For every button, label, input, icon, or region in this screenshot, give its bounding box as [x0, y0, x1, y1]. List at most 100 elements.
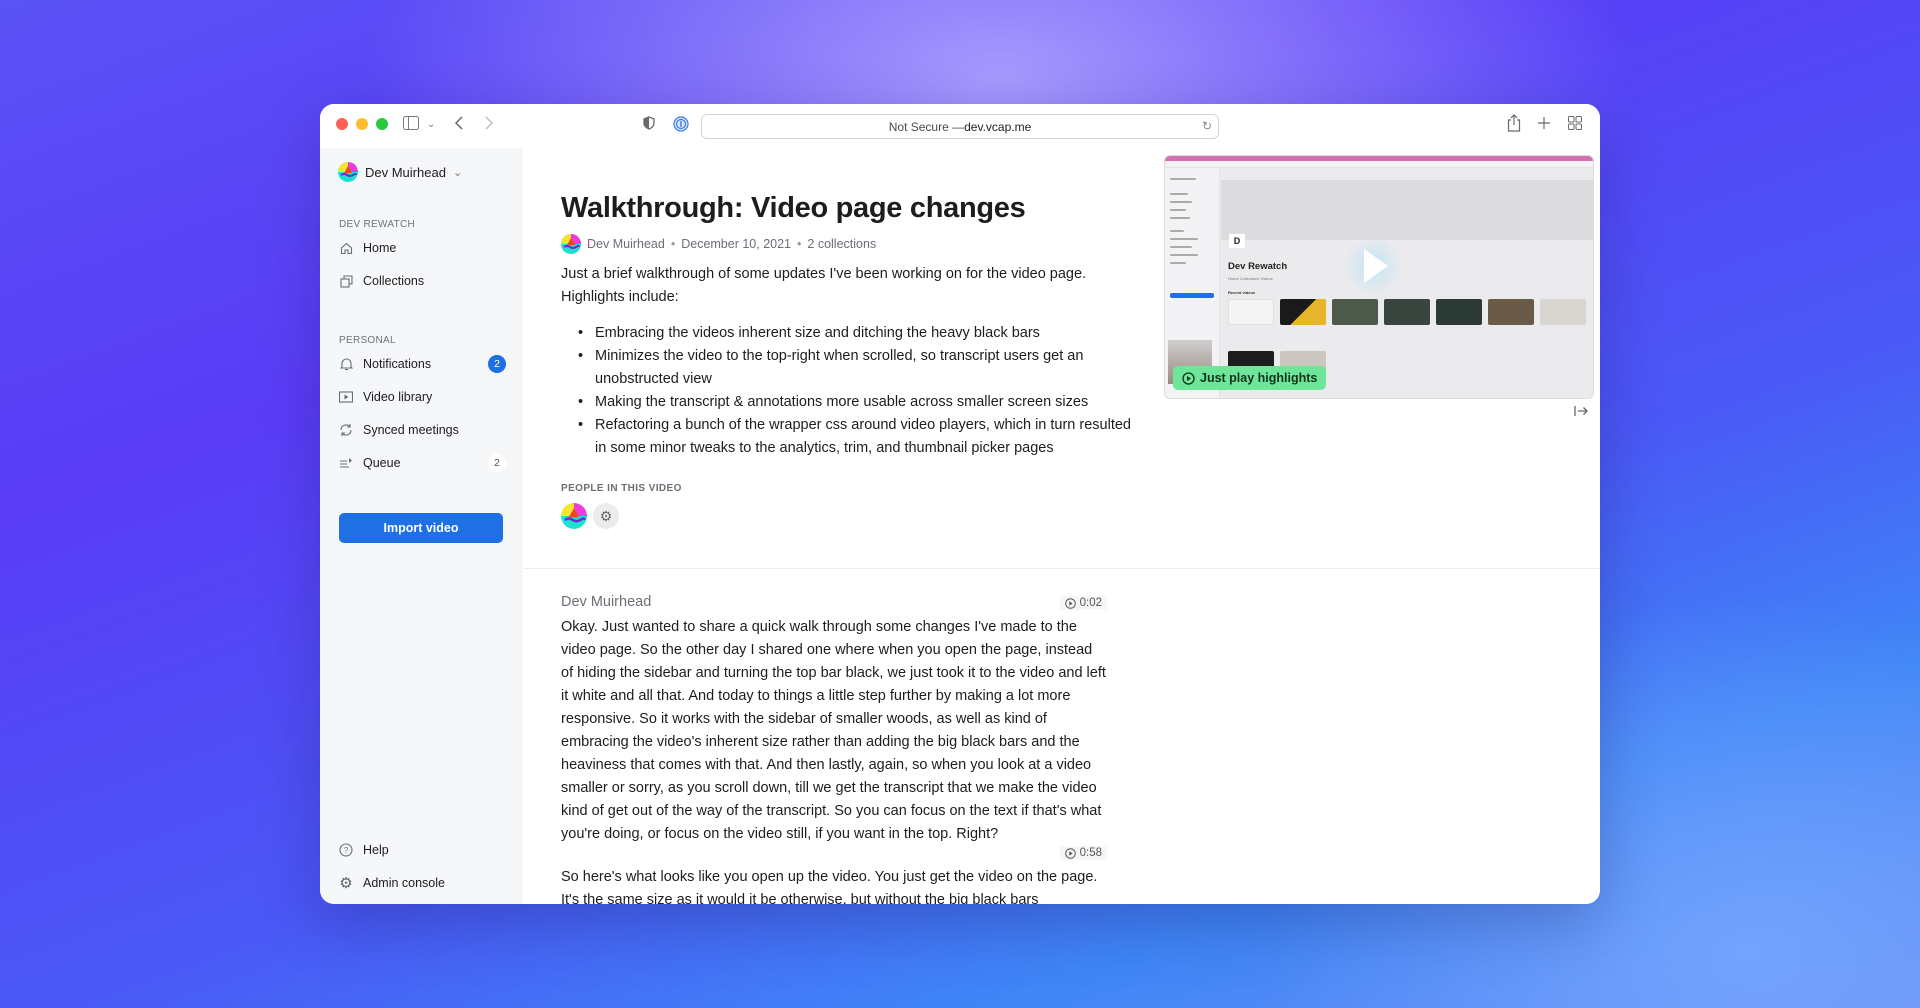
- address-bar[interactable]: Not Secure — dev.vcap.me ↻: [701, 114, 1219, 139]
- url-security-label: Not Secure —: [888, 119, 965, 134]
- zoom-window-button[interactable]: [376, 118, 388, 130]
- sidebar-item-video-library[interactable]: Video library: [338, 386, 506, 408]
- meta-separator: •: [670, 237, 676, 251]
- queue-icon: [338, 455, 354, 471]
- author-name[interactable]: Dev Muirhead: [587, 237, 665, 251]
- shield-icon[interactable]: [643, 116, 655, 135]
- speaker-name: Dev Muirhead: [561, 594, 652, 610]
- workspace-user-switcher[interactable]: Dev Muirhead ⌄: [338, 162, 462, 182]
- sidebar-item-queue[interactable]: Queue 2: [338, 452, 506, 474]
- page-title: Walkthrough: Video page changes: [561, 192, 1026, 224]
- video-frame-banner: [1221, 180, 1593, 240]
- gear-icon: ⚙: [339, 875, 353, 892]
- highlight-item: Making the transcript & annotations more…: [578, 391, 1135, 414]
- reload-icon[interactable]: ↻: [1202, 119, 1212, 133]
- video-meta: Dev Muirhead • December 10, 2021 • 2 col…: [561, 234, 876, 254]
- sidebar-item-label: Queue: [363, 456, 401, 470]
- section-label-workspace: DEV REWATCH: [339, 219, 416, 230]
- chevron-right-icon[interactable]: [484, 116, 494, 135]
- video-description: Just a brief walkthrough of some updates…: [561, 266, 1087, 305]
- timestamp-button[interactable]: 0:02: [1059, 596, 1107, 610]
- highlights-button-label: Just play highlights: [1200, 371, 1318, 385]
- bell-icon: [338, 356, 354, 372]
- video-frame-tabs: Home Collections Videos: [1228, 276, 1273, 281]
- timestamp-label: 0:02: [1079, 597, 1102, 609]
- queue-count-badge: 2: [488, 454, 506, 472]
- video-frame-chrome: [1165, 161, 1593, 168]
- highlight-item: Embracing the videos inherent size and d…: [578, 322, 1135, 345]
- play-circle-icon: [1064, 597, 1076, 609]
- timestamp-label: 0:58: [1079, 847, 1102, 859]
- transcript-speaker: Dev Muirhead 0:02: [561, 594, 1107, 616]
- import-video-button[interactable]: Import video: [339, 513, 503, 543]
- author-avatar: [561, 234, 581, 254]
- chevron-left-icon[interactable]: [454, 116, 464, 135]
- person-settings-avatar[interactable]: ⚙: [593, 503, 619, 529]
- sidebar-item-label: Home: [363, 241, 397, 255]
- transcript-paragraph: So here's what looks like you open up th…: [561, 869, 1098, 904]
- notifications-count-badge: 2: [488, 355, 506, 373]
- minimize-window-button[interactable]: [356, 118, 368, 130]
- collapse-video-icon[interactable]: [1574, 404, 1588, 420]
- user-avatar: [338, 162, 358, 182]
- sidebar-item-home[interactable]: Home: [338, 237, 506, 259]
- transcript-timestamp-row: 0:58: [561, 846, 1107, 866]
- meta-separator: •: [797, 237, 802, 251]
- transcript-paragraph: Okay. Just wanted to share a quick walk …: [561, 619, 1106, 842]
- svg-text:?: ?: [344, 846, 349, 855]
- video-frame-title: Dev Rewatch: [1228, 261, 1288, 272]
- url-host: dev.vcap.me: [964, 119, 1032, 134]
- section-label-personal: PERSONAL: [339, 335, 396, 346]
- close-window-button[interactable]: [336, 118, 348, 130]
- section-divider: [523, 568, 1600, 569]
- chevron-down-icon[interactable]: ⌄: [427, 116, 435, 134]
- password-manager-icon[interactable]: [673, 116, 689, 137]
- sidebar-item-label: Video library: [363, 390, 433, 404]
- gear-icon: ⚙: [599, 507, 613, 524]
- sidebar-item-label: Help: [363, 843, 389, 857]
- sidebar-item-label: Synced meetings: [363, 423, 459, 437]
- grid-icon[interactable]: [1568, 116, 1582, 135]
- video-frame-avatar: D: [1229, 234, 1245, 248]
- sidebar-item-help[interactable]: ? Help: [338, 839, 506, 861]
- sidebar-item-notifications[interactable]: Notifications 2: [338, 353, 506, 375]
- video-frame-thumbnails: [1228, 299, 1586, 325]
- transcript: Dev Muirhead 0:02 Okay. Just wanted to s…: [561, 594, 1107, 904]
- browser-toolbar: ⌄ Not Secure — dev.vcap.me ↻: [320, 104, 1600, 148]
- highlights-list: Embracing the videos inherent size and d…: [578, 322, 1135, 460]
- sidebar-item-label: Admin console: [363, 876, 445, 890]
- play-circle-icon: [1182, 371, 1195, 385]
- video-frame-recent: Recent videos: [1228, 290, 1256, 295]
- play-circle-icon: [1064, 847, 1076, 859]
- help-icon: ?: [338, 842, 354, 858]
- video-frame-sidebar: [1165, 168, 1220, 398]
- highlight-item: Minimizes the video to the top-right whe…: [578, 345, 1135, 391]
- just-play-highlights-button[interactable]: Just play highlights: [1173, 366, 1327, 390]
- sidebar-item-synced-meetings[interactable]: Synced meetings: [338, 419, 506, 441]
- sync-icon: [338, 422, 354, 438]
- play-icon[interactable]: [1343, 236, 1403, 296]
- video-date: December 10, 2021: [681, 237, 792, 251]
- collections-icon: [338, 273, 354, 289]
- sidebar: Dev Muirhead ⌄ DEV REWATCH Home Collecti…: [320, 148, 522, 904]
- sidebar-item-collections[interactable]: Collections: [338, 270, 506, 292]
- sidebar-item-label: Notifications: [363, 357, 432, 371]
- collections-link[interactable]: 2 collections: [807, 237, 876, 251]
- video-player[interactable]: D Dev Rewatch Home Collections Videos Re…: [1164, 155, 1594, 399]
- timestamp-button[interactable]: 0:58: [1059, 846, 1107, 860]
- plus-icon[interactable]: [1537, 116, 1551, 135]
- video-library-icon: [338, 389, 354, 405]
- window-controls: [336, 118, 388, 130]
- sidebar-icon[interactable]: [403, 116, 419, 135]
- chevron-down-icon: ⌄: [452, 166, 463, 179]
- people-list: ⚙: [561, 503, 619, 529]
- browser-window: ⌄ Not Secure — dev.vcap.me ↻ Dev Muirhea…: [320, 104, 1600, 904]
- share-icon[interactable]: [1507, 114, 1521, 137]
- person-avatar[interactable]: [561, 503, 587, 529]
- people-section-label: PEOPLE IN THIS VIDEO: [561, 483, 682, 494]
- sidebar-item-admin-console[interactable]: ⚙ Admin console: [338, 872, 506, 894]
- highlight-item: Refactoring a bunch of the wrapper css a…: [578, 414, 1135, 460]
- sidebar-item-label: Collections: [363, 274, 425, 288]
- user-name: Dev Muirhead: [365, 164, 446, 180]
- home-icon: [338, 240, 354, 256]
